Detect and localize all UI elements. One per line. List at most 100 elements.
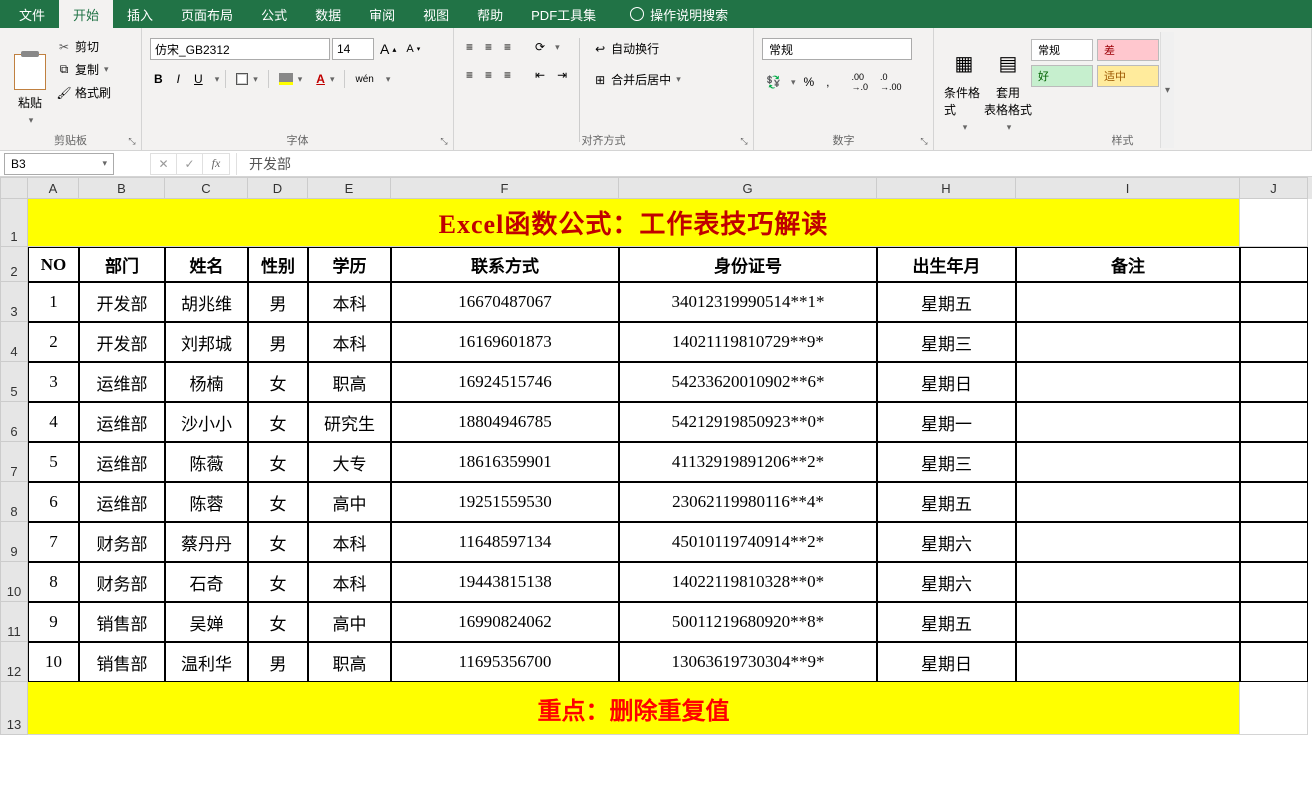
underline-button[interactable]: U <box>190 70 207 88</box>
header-cell[interactable]: 联系方式 <box>391 247 619 282</box>
column-header-C[interactable]: C <box>165 177 248 199</box>
data-cell[interactable]: 开发部 <box>79 282 165 322</box>
format-painter-button[interactable]: 🖌格式刷 <box>52 82 115 103</box>
cell-style-good[interactable]: 好 <box>1031 65 1093 87</box>
data-cell[interactable]: 8 <box>28 562 79 602</box>
data-cell[interactable]: 50011219680920**8* <box>619 602 877 642</box>
data-cell[interactable]: 星期三 <box>877 442 1016 482</box>
data-cell[interactable]: 杨楠 <box>165 362 248 402</box>
data-cell[interactable]: 11695356700 <box>391 642 619 682</box>
data-cell[interactable]: 职高 <box>308 362 391 402</box>
select-all-corner[interactable] <box>0 177 28 199</box>
data-cell[interactable]: 销售部 <box>79 642 165 682</box>
data-cell[interactable]: 16990824062 <box>391 602 619 642</box>
data-cell[interactable]: 大专 <box>308 442 391 482</box>
row-header-1[interactable]: 1 <box>0 199 28 247</box>
data-cell[interactable] <box>1016 522 1240 562</box>
row-header-9[interactable]: 9 <box>0 522 28 562</box>
format-as-table-button[interactable]: ▤ 套用 表格格式▾ <box>986 32 1030 148</box>
data-cell[interactable]: 16670487067 <box>391 282 619 322</box>
data-cell[interactable]: 16924515746 <box>391 362 619 402</box>
decrease-font-button[interactable]: A▾ <box>402 41 424 57</box>
data-cell[interactable]: 女 <box>248 442 308 482</box>
header-cell[interactable]: 备注 <box>1016 247 1240 282</box>
data-cell[interactable]: 高中 <box>308 602 391 642</box>
data-cell[interactable]: 职高 <box>308 642 391 682</box>
column-header-H[interactable]: H <box>877 177 1016 199</box>
orientation-button[interactable]: ⟳ <box>531 38 549 56</box>
spreadsheet-grid[interactable]: ABCDEFGHIJ 1Excel函数公式：工作表技巧解读2NO部门姓名性别学历… <box>0 177 1312 735</box>
data-cell[interactable]: 54212919850923**0* <box>619 402 877 442</box>
row-header-3[interactable]: 3 <box>0 282 28 322</box>
percent-format-button[interactable]: % <box>799 73 818 91</box>
data-cell[interactable]: 运维部 <box>79 402 165 442</box>
cell-style-bad[interactable]: 差 <box>1097 39 1159 61</box>
tab-页面布局[interactable]: 页面布局 <box>167 0 247 28</box>
data-cell[interactable]: 10 <box>28 642 79 682</box>
row-header-6[interactable]: 6 <box>0 402 28 442</box>
data-cell[interactable]: 16169601873 <box>391 322 619 362</box>
data-cell[interactable] <box>1016 642 1240 682</box>
column-header-G[interactable]: G <box>619 177 877 199</box>
formula-input[interactable]: 开发部 <box>236 153 1312 175</box>
bold-button[interactable]: B <box>150 70 167 88</box>
column-header-I[interactable]: I <box>1016 177 1240 199</box>
data-cell[interactable]: 本科 <box>308 322 391 362</box>
cell[interactable] <box>1240 522 1308 562</box>
column-header-B[interactable]: B <box>79 177 165 199</box>
data-cell[interactable]: 蔡丹丹 <box>165 522 248 562</box>
data-cell[interactable]: 41132919891206**2* <box>619 442 877 482</box>
data-cell[interactable] <box>1016 402 1240 442</box>
data-cell[interactable]: 销售部 <box>79 602 165 642</box>
font-color-button[interactable]: A▾ <box>312 70 338 88</box>
data-cell[interactable]: 吴婵 <box>165 602 248 642</box>
data-cell[interactable]: 星期六 <box>877 562 1016 602</box>
cell[interactable] <box>1240 402 1308 442</box>
data-cell[interactable]: 4 <box>28 402 79 442</box>
data-cell[interactable]: 财务部 <box>79 522 165 562</box>
data-cell[interactable]: 11648597134 <box>391 522 619 562</box>
cell[interactable] <box>1240 322 1308 362</box>
row-header-2[interactable]: 2 <box>0 247 28 282</box>
cell-style-normal[interactable]: 常规 <box>1031 39 1093 61</box>
cell[interactable] <box>1240 562 1308 602</box>
cell[interactable] <box>1240 247 1308 282</box>
cell[interactable] <box>1240 282 1308 322</box>
data-cell[interactable]: 13063619730304**9* <box>619 642 877 682</box>
increase-font-button[interactable]: A▴ <box>376 39 400 59</box>
data-cell[interactable]: 胡兆维 <box>165 282 248 322</box>
tab-开始[interactable]: 开始 <box>59 0 113 28</box>
cell-style-neutral[interactable]: 适中 <box>1097 65 1159 87</box>
data-cell[interactable]: 18804946785 <box>391 402 619 442</box>
data-cell[interactable]: 5 <box>28 442 79 482</box>
tab-公式[interactable]: 公式 <box>247 0 301 28</box>
row-header-13[interactable]: 13 <box>0 682 28 735</box>
data-cell[interactable]: 开发部 <box>79 322 165 362</box>
header-cell[interactable]: 姓名 <box>165 247 248 282</box>
row-header-4[interactable]: 4 <box>0 322 28 362</box>
cell[interactable] <box>1240 199 1308 247</box>
title-cell[interactable]: Excel函数公式：工作表技巧解读 <box>28 199 1240 247</box>
comma-format-button[interactable]: , <box>822 73 833 91</box>
data-cell[interactable]: 19251559530 <box>391 482 619 522</box>
clipboard-dialog-launcher[interactable]: ⤡ <box>125 134 139 148</box>
wrap-text-button[interactable]: ↩自动换行 <box>588 38 685 59</box>
insert-function-button[interactable]: fx <box>203 153 229 175</box>
decrease-indent-button[interactable]: ⇤ <box>531 66 549 84</box>
data-cell[interactable]: 女 <box>248 522 308 562</box>
header-cell[interactable]: 出生年月 <box>877 247 1016 282</box>
data-cell[interactable]: 女 <box>248 402 308 442</box>
data-cell[interactable]: 温利华 <box>165 642 248 682</box>
data-cell[interactable]: 2 <box>28 322 79 362</box>
footer-cell[interactable]: 重点：删除重复值 <box>28 682 1240 735</box>
styles-expand-button[interactable]: ▾ <box>1160 32 1174 148</box>
data-cell[interactable]: 研究生 <box>308 402 391 442</box>
data-cell[interactable]: 7 <box>28 522 79 562</box>
data-cell[interactable]: 19443815138 <box>391 562 619 602</box>
font-size-combo[interactable] <box>332 38 374 60</box>
row-header-11[interactable]: 11 <box>0 602 28 642</box>
data-cell[interactable]: 45010119740914**2* <box>619 522 877 562</box>
data-cell[interactable]: 星期五 <box>877 282 1016 322</box>
fill-color-button[interactable]: ▾ <box>275 71 307 87</box>
data-cell[interactable]: 男 <box>248 642 308 682</box>
